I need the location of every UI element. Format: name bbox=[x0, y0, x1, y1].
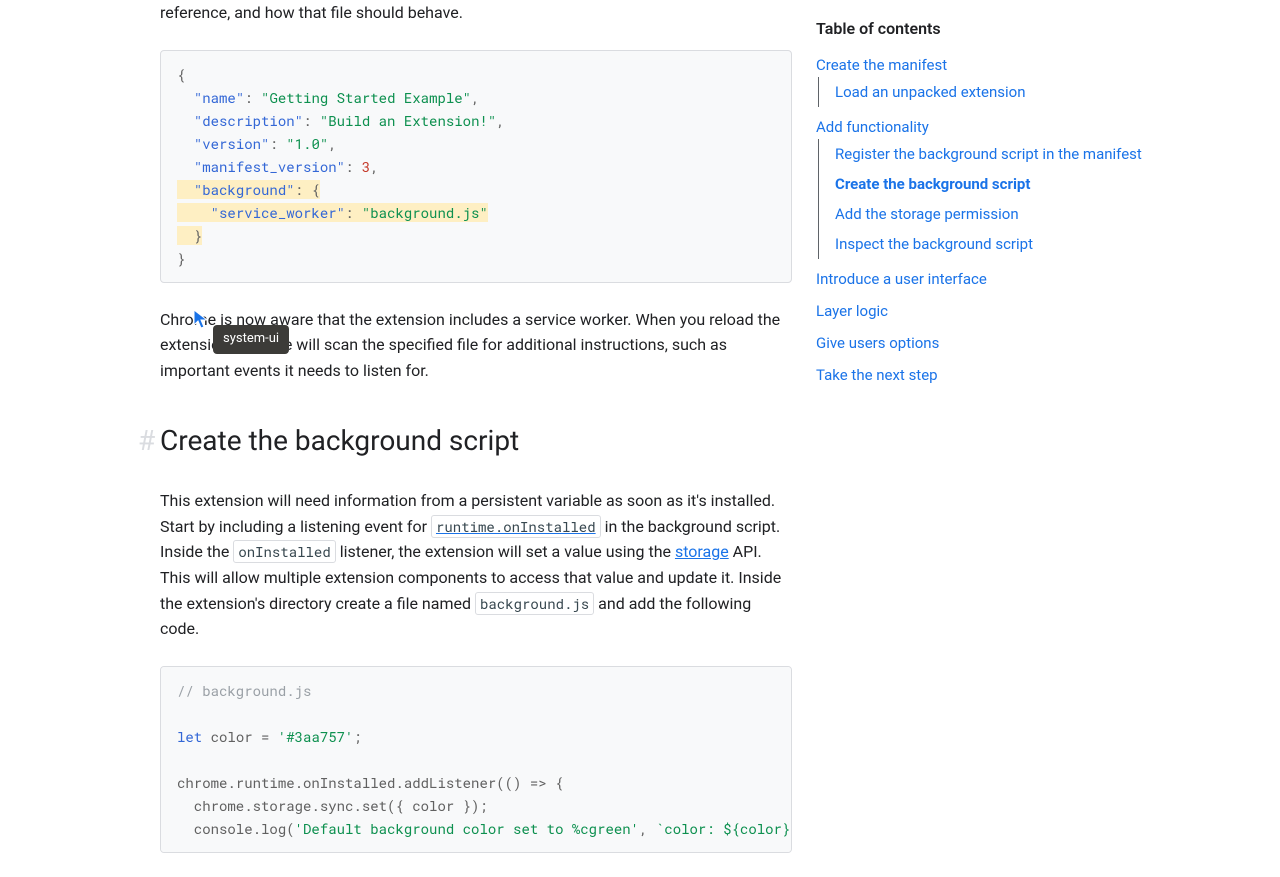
heading-anchor-hash[interactable]: # bbox=[138, 419, 155, 464]
storage-api-link[interactable]: storage bbox=[675, 542, 729, 561]
runtime-oninstalled-link[interactable]: runtime.onInstalled bbox=[431, 515, 601, 538]
toc-nav: Create the manifest Load an unpacked exte… bbox=[816, 50, 1256, 390]
intro-partial-line: reference, and how that file should beha… bbox=[160, 0, 792, 26]
toc-link[interactable]: Take the next step bbox=[816, 366, 938, 384]
toc-link[interactable]: Add functionality bbox=[816, 118, 929, 136]
body-paragraph-2: This extension will need information fro… bbox=[160, 488, 792, 642]
background-js-code: // background.js let color = '#3aa757'; … bbox=[160, 666, 792, 853]
toc-link[interactable]: Inspect the background script bbox=[835, 235, 1033, 253]
toc-title: Table of contents bbox=[816, 16, 1256, 42]
oninstalled-inline-code: onInstalled bbox=[233, 540, 335, 563]
toc-link[interactable]: Introduce a user interface bbox=[816, 270, 987, 288]
post-code-paragraph: Chrome is now aware that the extension i… bbox=[160, 307, 792, 384]
toc-link[interactable]: Register the background script in the ma… bbox=[835, 145, 1142, 163]
section-heading-create-background-script: # Create the background script bbox=[160, 419, 792, 464]
toc-link[interactable]: Layer logic bbox=[816, 302, 888, 320]
manifest-json-code: { "name": "Getting Started Example", "de… bbox=[160, 50, 792, 283]
article-main: reference, and how that file should beha… bbox=[0, 0, 816, 877]
toc-link[interactable]: Load an unpacked extension bbox=[835, 83, 1025, 101]
heading-text: Create the background script bbox=[160, 424, 519, 457]
toc-link[interactable]: Give users options bbox=[816, 334, 939, 352]
background-js-inline-code: background.js bbox=[475, 592, 594, 615]
toc-link[interactable]: Create the manifest bbox=[816, 56, 947, 74]
toc-link[interactable]: Create the background script bbox=[835, 175, 1030, 193]
toc-link[interactable]: Add the storage permission bbox=[835, 205, 1019, 223]
sidebar-toc: Table of contents Create the manifest Loa… bbox=[816, 0, 1280, 877]
